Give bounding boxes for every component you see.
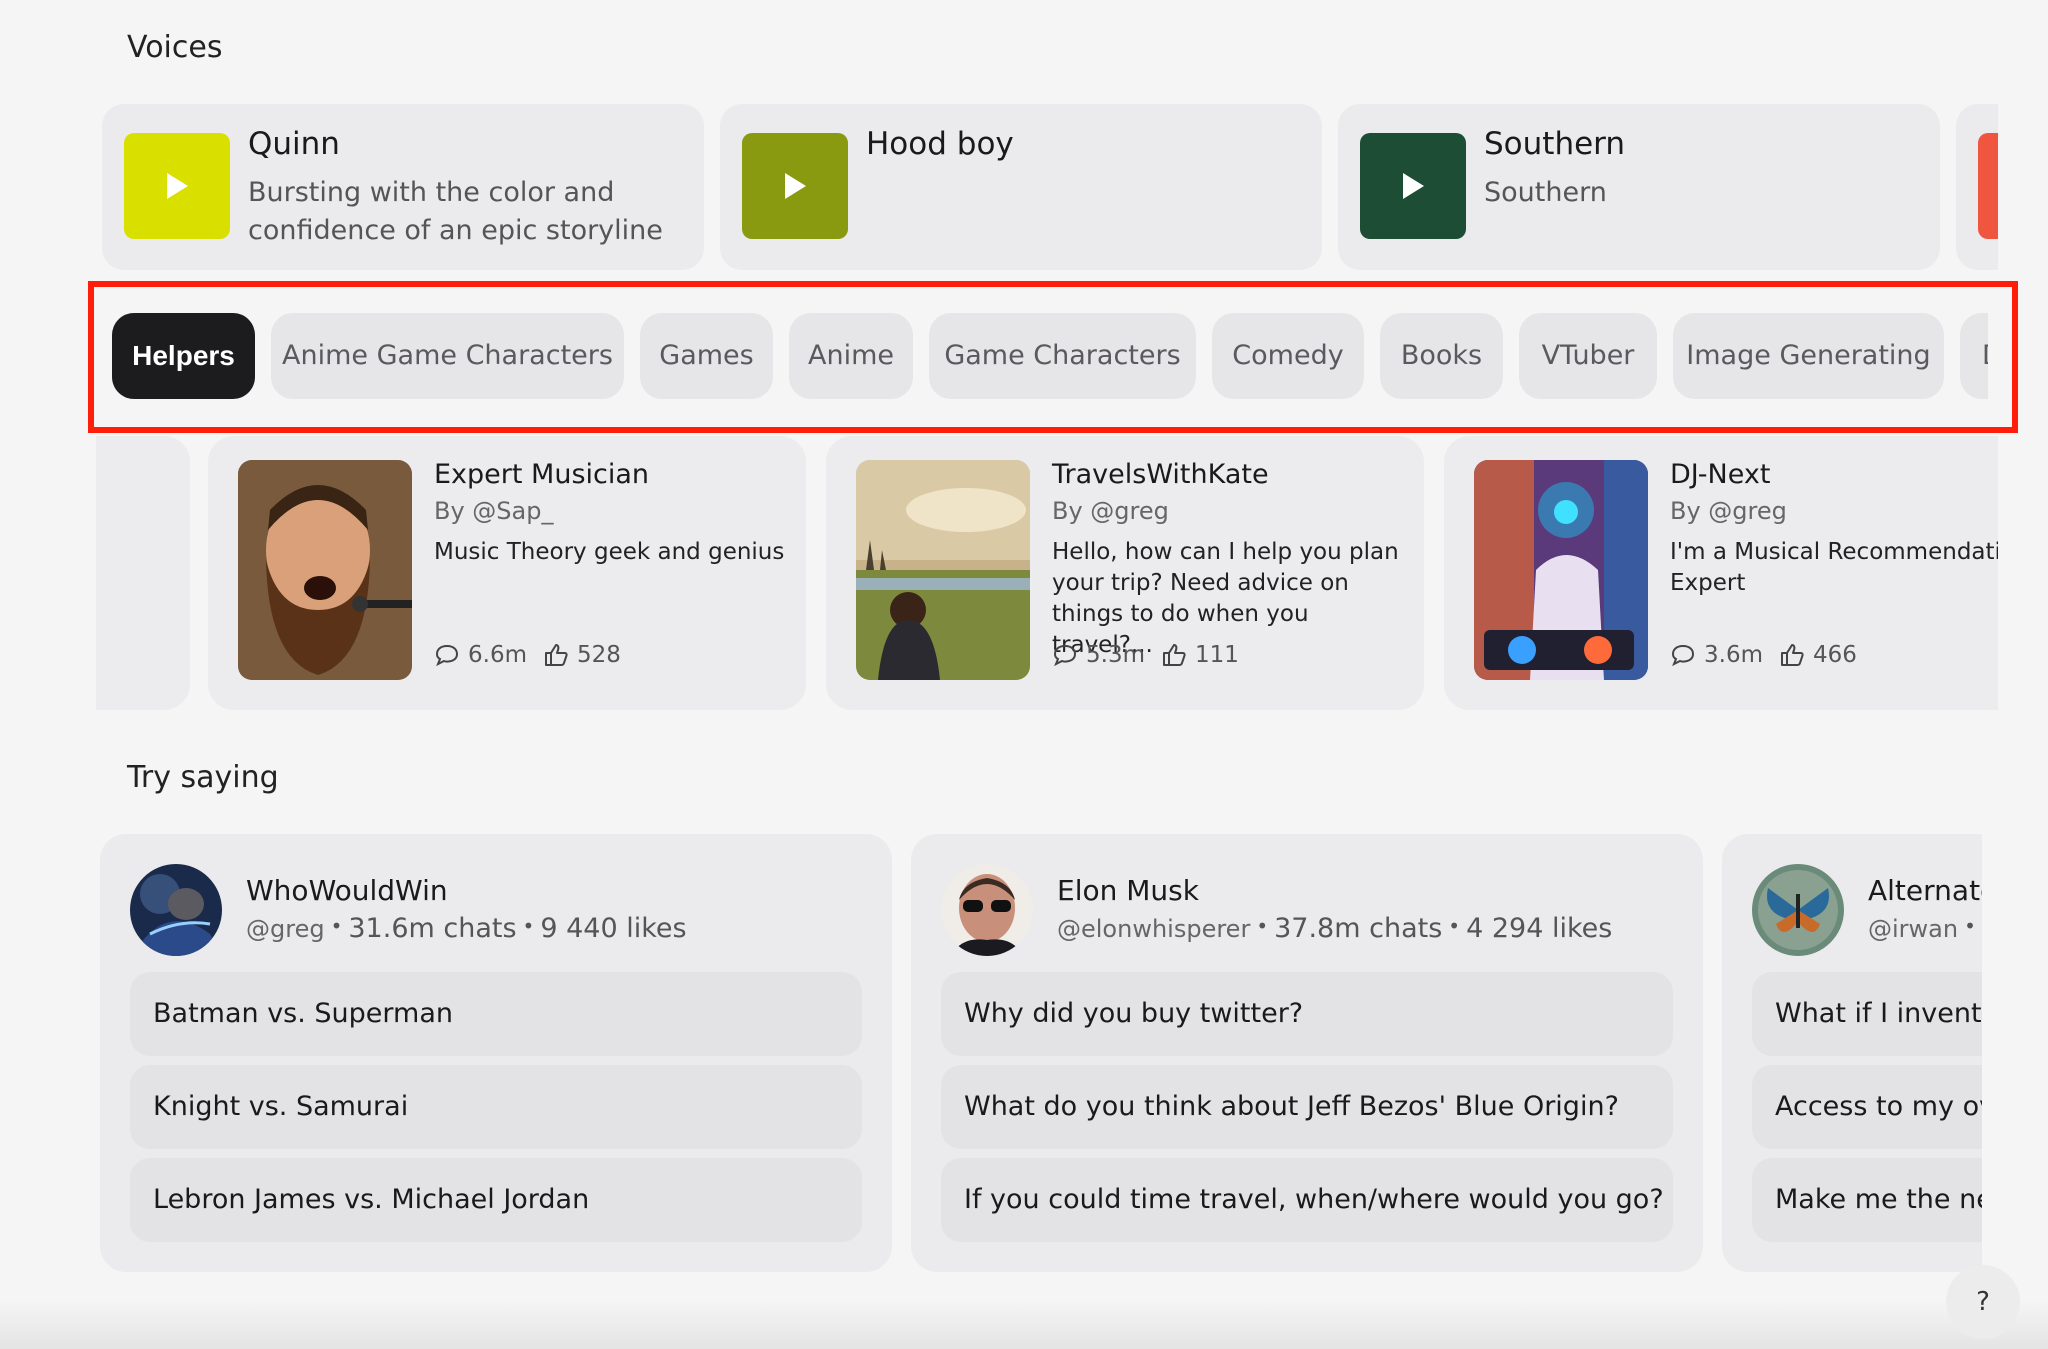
play-button[interactable] — [124, 133, 230, 239]
character-meta: @elonwhisperer • 37.8m chats • 4 294 likes — [1057, 913, 1613, 944]
prompt-suggestion[interactable]: Make me the neg — [1752, 1158, 1982, 1242]
bottom-fade — [0, 1300, 2048, 1349]
chat-count: 5.3m — [1086, 642, 1145, 668]
tab-anime-game-characters[interactable]: Anime Game Characters — [271, 313, 624, 399]
character-avatar — [130, 864, 222, 956]
voice-card-southern[interactable]: Southern Southern — [1338, 104, 1940, 270]
tab-comedy[interactable]: Comedy — [1212, 313, 1364, 399]
thumbs-up-icon — [1162, 644, 1186, 666]
play-icon — [167, 173, 188, 199]
character-card[interactable]: DJ-Next By @greg I'm a Musical Recommend… — [1444, 436, 1998, 710]
prompt-suggestion[interactable]: What do you think about Jeff Bezos' Blue… — [941, 1065, 1673, 1149]
character-avatar — [941, 864, 1033, 956]
chat-count: 3.6m — [1704, 642, 1763, 668]
play-button[interactable] — [1360, 133, 1466, 239]
character-handle: @elonwhisperer — [1057, 915, 1251, 943]
prompt-suggestion[interactable]: Knight vs. Samurai — [130, 1065, 862, 1149]
tab-books[interactable]: Books — [1380, 313, 1503, 399]
character-handle: @irwan — [1868, 915, 1959, 943]
play-button[interactable] — [742, 133, 848, 239]
character-avatar — [238, 460, 412, 680]
play-icon — [1403, 173, 1424, 199]
character-meta: @greg • 31.6m chats • 9 440 likes — [246, 913, 687, 944]
voice-name: Southern — [1484, 126, 1626, 162]
voice-name: Quinn — [248, 126, 340, 162]
play-icon — [785, 173, 806, 199]
character-stats: 6.6m 528 — [434, 642, 637, 668]
character-author: By @Sap_ — [434, 497, 554, 525]
character-avatar — [1752, 864, 1844, 956]
try-saying-card: Alternate @irwan•5 What if I invente Acc… — [1722, 834, 1982, 1272]
help-button[interactable]: ? — [1946, 1265, 2020, 1339]
try-saying-carousel[interactable]: WhoWouldWin @greg • 31.6m chats • 9 440 like… — [100, 834, 1982, 1274]
chat-count: 6.6m — [468, 642, 527, 668]
character-card[interactable]: Expert Musician By @Sap_ Music Theory ge… — [208, 436, 806, 710]
character-name: Elon Musk — [1057, 874, 1199, 907]
character-name: Alternate — [1868, 874, 1982, 907]
voice-card-hood-boy[interactable]: Hood boy — [720, 104, 1322, 270]
character-author: By @greg — [1052, 497, 1169, 525]
chat-bubble-icon — [1671, 644, 1695, 667]
character-name: DJ-Next — [1670, 459, 1771, 490]
tab-image-generating[interactable]: Image Generating — [1673, 313, 1944, 399]
prompt-suggestion[interactable]: Batman vs. Superman — [130, 972, 862, 1056]
character-handle: @greg — [246, 915, 325, 943]
character-meta: @irwan•5 — [1868, 913, 1982, 944]
character-name: TravelsWithKate — [1052, 459, 1269, 490]
character-name: WhoWouldWin — [246, 874, 448, 907]
prompt-suggestion[interactable]: If you could time travel, when/where wou… — [941, 1158, 1673, 1242]
chat-count: 37.8m chats — [1274, 913, 1443, 944]
category-tabs: Helpers Anime Game Characters Games Anim… — [94, 300, 1988, 412]
voice-name: Hood boy — [866, 126, 1014, 162]
character-description: I'm a Musical Recommendation Expert — [1670, 539, 1998, 596]
try-saying-section-title: Try saying — [127, 760, 279, 795]
prompt-suggestion[interactable]: What if I invente — [1752, 972, 1982, 1056]
like-count: 466 — [1812, 642, 1857, 668]
character-carousel[interactable]: Expert Musician By @Sap_ Music Theory ge… — [96, 436, 1998, 710]
tab-vtuber[interactable]: VTuber — [1519, 313, 1657, 399]
character-card[interactable]: TravelsWithKate By @greg Hello, how can … — [826, 436, 1424, 710]
thumbs-up-icon — [544, 644, 568, 666]
chat-bubble-icon — [1053, 644, 1077, 667]
character-avatar — [1474, 460, 1648, 680]
voices-carousel[interactable]: Quinn Bursting with the color and confid… — [102, 104, 1998, 274]
try-saying-card: Elon Musk @elonwhisperer • 37.8m chats • 4 2… — [911, 834, 1703, 1272]
tab-game-characters[interactable]: Game Characters — [929, 313, 1196, 399]
prompt-suggestion[interactable]: Why did you buy twitter? — [941, 972, 1673, 1056]
thumbs-up-icon — [1780, 644, 1804, 666]
tab-helpers[interactable]: Helpers — [112, 313, 255, 399]
voice-description: Southern — [1484, 177, 1607, 208]
prompt-suggestion[interactable]: Lebron James vs. Michael Jordan — [130, 1158, 862, 1242]
character-stats: 3.6m 466 — [1670, 642, 1873, 668]
voice-card-partial[interactable] — [1956, 104, 1998, 270]
character-card-partial[interactable] — [96, 436, 190, 710]
try-saying-card: WhoWouldWin @greg • 31.6m chats • 9 440 like… — [100, 834, 892, 1272]
chat-count: 31.6m chats — [348, 913, 517, 944]
play-button[interactable] — [1978, 133, 1998, 239]
character-avatar — [856, 460, 1030, 680]
character-stats: 5.3m 111 — [1052, 642, 1255, 668]
like-count: 4 294 likes — [1466, 913, 1613, 944]
chat-bubble-icon — [435, 644, 459, 667]
like-count: 9 440 likes — [540, 913, 687, 944]
tab-partial[interactable]: D — [1960, 313, 1988, 399]
like-count: 111 — [1194, 642, 1239, 668]
like-count: 528 — [576, 642, 621, 668]
tab-games[interactable]: Games — [640, 313, 773, 399]
prompt-suggestion[interactable]: Access to my ov — [1752, 1065, 1982, 1149]
character-description: Music Theory geek and genius — [434, 539, 785, 565]
voice-description: Bursting with the color and confidence o… — [248, 177, 663, 246]
voices-section-title: Voices — [127, 30, 223, 65]
character-name: Expert Musician — [434, 459, 650, 490]
voice-card-quinn[interactable]: Quinn Bursting with the color and confid… — [102, 104, 704, 270]
character-author: By @greg — [1670, 497, 1787, 525]
tab-anime[interactable]: Anime — [789, 313, 913, 399]
